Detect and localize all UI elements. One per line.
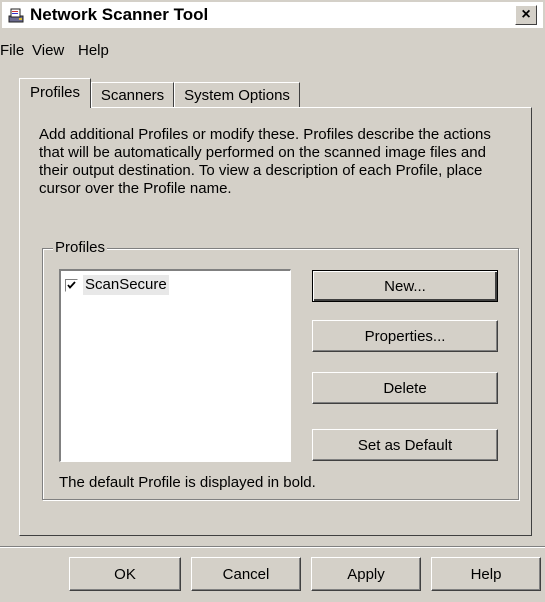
menu-view[interactable]: View: [32, 42, 64, 59]
menu-help[interactable]: Help: [78, 42, 109, 59]
tab-scanners-label: Scanners: [100, 87, 165, 104]
default-profile-note: The default Profile is displayed in bold…: [59, 474, 316, 491]
profiles-groupbox: Profiles ScanSecure New... Properties...…: [42, 239, 519, 500]
close-button[interactable]: ×: [515, 5, 537, 25]
menu-bar: File View Help: [0, 36, 545, 60]
profiles-list[interactable]: ScanSecure: [59, 269, 291, 462]
set-as-default-button[interactable]: Set as Default: [312, 429, 498, 461]
close-icon: ×: [521, 6, 531, 23]
menu-file[interactable]: File: [0, 42, 24, 59]
cancel-button[interactable]: Cancel: [191, 557, 301, 591]
new-profile-button[interactable]: New...: [312, 270, 498, 302]
window-title: Network Scanner Tool: [30, 5, 209, 24]
profiles-tab-panel: Add additional Profiles or modify these.…: [19, 107, 532, 536]
tab-profiles[interactable]: Profiles: [19, 78, 91, 108]
profile-checkbox[interactable]: [65, 279, 78, 292]
bottom-divider: [0, 546, 545, 548]
tab-profiles-label: Profiles: [29, 84, 81, 101]
network-scanner-dialog: Network Scanner Tool × File View Help Pr…: [0, 0, 545, 602]
help-button[interactable]: Help: [431, 557, 541, 591]
scanner-app-icon: [8, 7, 25, 24]
properties-button[interactable]: Properties...: [312, 320, 498, 352]
profiles-group-label: Profiles: [53, 239, 108, 256]
ok-button[interactable]: OK: [69, 557, 181, 591]
profile-name: ScanSecure: [83, 275, 169, 295]
tab-scanners[interactable]: Scanners: [91, 82, 174, 108]
title-bar[interactable]: Network Scanner Tool ×: [2, 2, 543, 28]
tab-system-options[interactable]: System Options: [174, 82, 300, 108]
tab-system-options-label: System Options: [184, 87, 290, 104]
profiles-description: Add additional Profiles or modify these.…: [39, 126, 491, 197]
checkmark-icon: [67, 281, 76, 289]
apply-button[interactable]: Apply: [311, 557, 421, 591]
delete-button[interactable]: Delete: [312, 372, 498, 404]
